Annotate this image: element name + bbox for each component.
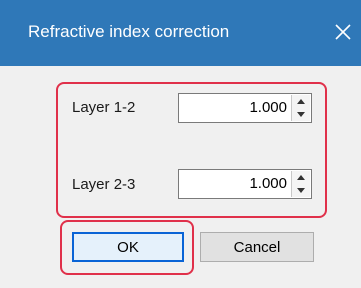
dialog-title: Refractive index correction <box>28 22 230 41</box>
close-icon <box>335 24 351 40</box>
dialog-titlebar: Refractive index correction <box>0 0 361 66</box>
cancel-button[interactable]: Cancel <box>200 232 314 262</box>
inputs-highlight-box <box>56 82 327 218</box>
close-button[interactable] <box>330 18 356 46</box>
ok-highlight-box <box>60 220 194 275</box>
dialog-body: Layer 1-2 1.000 Layer 2-3 1.000 OK Cance… <box>0 66 361 288</box>
